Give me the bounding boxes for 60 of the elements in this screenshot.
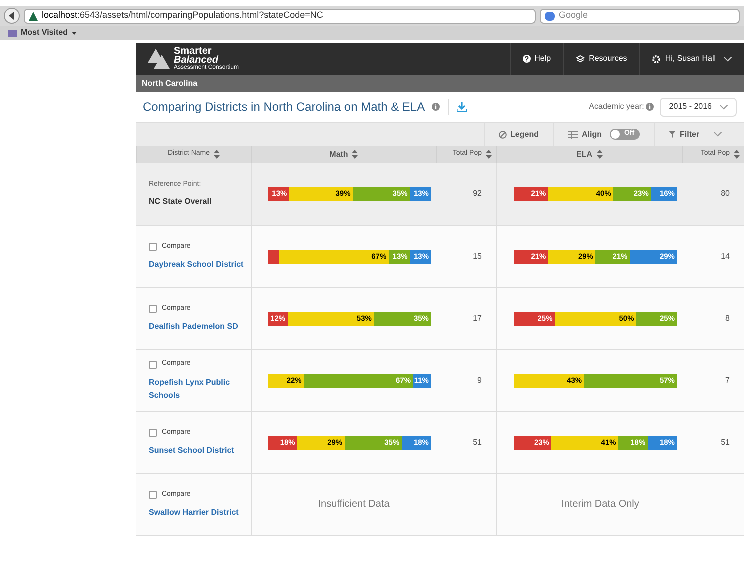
compare-checkbox[interactable]	[149, 243, 157, 251]
logo-icon	[148, 49, 170, 69]
total-pop-value: 92	[473, 188, 482, 200]
reference-name: NC State Overall	[149, 196, 213, 208]
total-pop-value: 51	[721, 436, 730, 448]
column-header[interactable]: Math	[251, 146, 436, 163]
logo-text: Smarter	[174, 46, 212, 56]
sort-icon	[734, 150, 740, 159]
align-label: Align	[582, 128, 602, 140]
back-arrow-icon	[8, 12, 16, 20]
gear-icon	[652, 54, 662, 64]
filter-icon	[669, 131, 676, 138]
url-text: localhost:6543/assets/html/comparingPopulations.html?stateCode=NC	[42, 9, 324, 22]
total-pop-value: 80	[721, 188, 730, 200]
academic-year-dropdown[interactable]: 2015 - 2016	[660, 98, 737, 116]
info-icon[interactable]	[432, 103, 440, 111]
chevron-down-icon	[714, 132, 722, 137]
district-link[interactable]: Dealfish Pademelon SD	[149, 320, 251, 334]
total-pop-value: 17	[473, 312, 482, 324]
search-engine-icon	[545, 12, 555, 20]
data-status-text: Interim Data Only	[562, 498, 640, 512]
compare-checkbox[interactable]	[149, 429, 157, 437]
help-icon	[522, 55, 531, 63]
page-title: Comparing Districts in North Carolina on Math & ELA	[143, 99, 426, 116]
sort-icon	[596, 150, 602, 159]
total-pop-value: 9	[478, 374, 482, 386]
total-pop-value: 8	[726, 312, 730, 324]
breadcrumb-text: North Carolina	[142, 78, 198, 90]
data-status-text: Insufficient Data	[318, 498, 390, 512]
url-field[interactable]: localhost:6543/assets/html/comparingPopulations.html?stateCode=NC	[24, 8, 536, 24]
search-field[interactable]: Google	[540, 8, 740, 24]
total-pop-value: 15	[473, 250, 482, 262]
download-icon[interactable]	[457, 102, 468, 112]
total-pop-value: 14	[721, 250, 730, 262]
academic-year-label: Academic year:	[589, 101, 644, 113]
logo-text: Balanced	[174, 56, 218, 64]
sort-icon	[486, 150, 492, 159]
column-header[interactable]: ELA	[496, 146, 682, 163]
compare-checkbox[interactable]	[149, 305, 157, 313]
sort-icon	[214, 150, 220, 159]
district-link[interactable]: Sunset School District	[149, 444, 251, 458]
bookmark-folder-icon	[8, 30, 17, 36]
info-icon[interactable]	[646, 103, 654, 111]
compare-checkbox[interactable]	[149, 360, 157, 368]
district-link[interactable]: Daybreak School District	[149, 258, 251, 272]
align-icon	[568, 130, 578, 138]
sort-icon	[352, 150, 358, 159]
district-link[interactable]: Swallow Harrier District	[149, 506, 251, 520]
total-pop-value: 51	[473, 436, 482, 448]
chevron-down-icon	[724, 56, 732, 62]
bookmarks-menu[interactable]: Most Visited	[21, 27, 68, 39]
back-button[interactable]	[4, 8, 20, 24]
site-icon	[29, 12, 38, 20]
total-pop-value: 7	[726, 374, 730, 386]
legend-icon	[498, 130, 507, 138]
chevron-down-icon	[720, 104, 728, 110]
layers-icon	[576, 54, 586, 64]
compare-checkbox[interactable]	[149, 491, 157, 499]
district-link[interactable]: Ropefish Lynx Public Schools	[149, 376, 251, 402]
caret-icon	[72, 32, 77, 34]
